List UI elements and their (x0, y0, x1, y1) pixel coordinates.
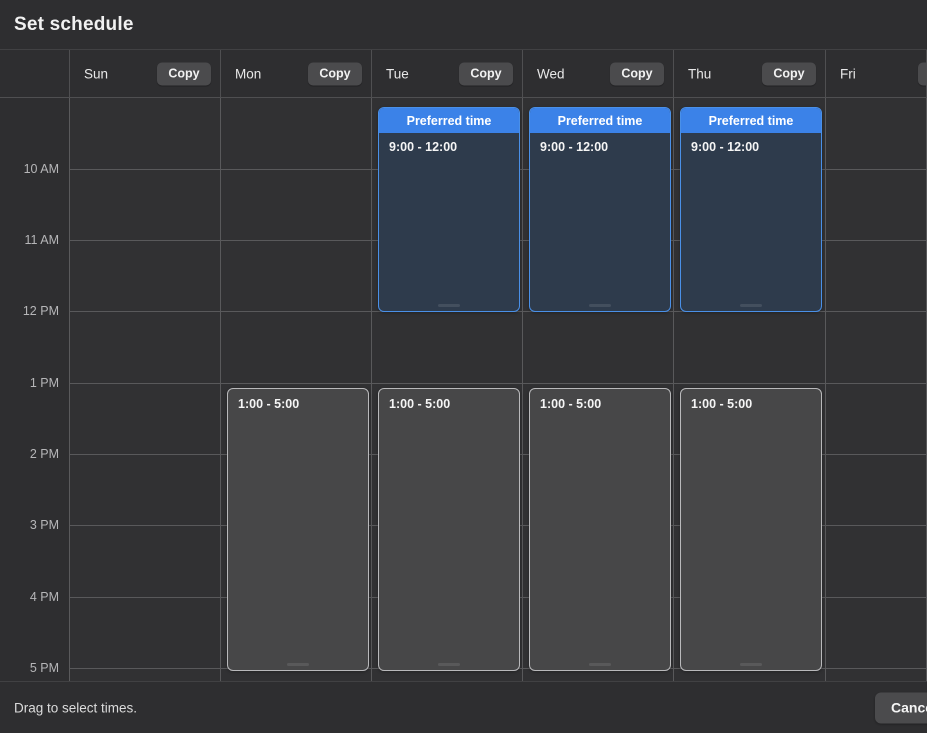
cancel-button[interactable]: Cancel (875, 692, 927, 723)
resize-handle[interactable] (740, 663, 762, 666)
resize-handle[interactable] (740, 304, 762, 307)
time-range-label: 9:00 - 12:00 (691, 140, 760, 154)
day-header-fri: Fri Copy (826, 50, 927, 98)
preferred-time-banner: Preferred time (681, 108, 821, 133)
resize-handle[interactable] (438, 663, 460, 666)
day-label: Wed (537, 66, 565, 82)
copy-button-sun[interactable]: Copy (157, 62, 211, 86)
time-axis-gutter: 10 AM 11 AM 12 PM 1 PM 2 PM 3 PM 4 PM 5 PM (0, 98, 70, 681)
copy-button-wed[interactable]: Copy (610, 62, 664, 86)
copy-button-fri[interactable]: Copy (918, 62, 926, 86)
time-range-label: 1:00 - 5:00 (540, 397, 602, 411)
time-range-label: 9:00 - 12:00 (540, 140, 609, 154)
day-label: Sun (84, 66, 109, 82)
day-label: Thu (688, 66, 712, 82)
copy-button-thu[interactable]: Copy (762, 62, 816, 86)
column-gridline (371, 98, 372, 681)
preferred-time-block-thu[interactable]: Preferred time 9:00 - 12:00 (680, 107, 822, 312)
time-axis-label: 11 AM (24, 233, 59, 247)
time-range-label: 1:00 - 5:00 (691, 397, 753, 411)
copy-button-mon[interactable]: Copy (308, 62, 362, 86)
day-header-row: Sun Copy Mon Copy Tue Copy Wed Copy Thu Copy Fri Co… (0, 50, 927, 98)
day-header-gutter (0, 50, 70, 98)
column-gridline (825, 98, 826, 681)
time-range-label: 1:00 - 5:00 (238, 397, 300, 411)
preferred-time-block-wed[interactable]: Preferred time 9:00 - 12:00 (529, 107, 671, 312)
resize-handle[interactable] (287, 663, 309, 666)
time-range-label: 9:00 - 12:00 (389, 140, 458, 154)
day-header-wed: Wed Copy (523, 50, 674, 98)
preferred-time-banner-label: Preferred time (557, 113, 643, 128)
calendar-grid[interactable]: 10 AM 11 AM 12 PM 1 PM 2 PM 3 PM 4 PM 5 PM Pref… (0, 98, 927, 681)
preferred-time-banner-label: Preferred time (708, 113, 794, 128)
time-axis-label: 10 AM (23, 162, 59, 176)
set-schedule-dialog: Set schedule Sun Copy Mon Copy Tue Copy Wed Cop… (0, 0, 927, 733)
preferred-time-banner: Preferred time (379, 108, 519, 133)
time-block-mon[interactable]: 1:00 - 5:00 (227, 388, 369, 671)
time-block-tue[interactable]: 1:00 - 5:00 (378, 388, 520, 671)
drag-hint-text: Drag to select times. (14, 700, 138, 715)
preferred-time-banner-label: Preferred time (406, 113, 492, 128)
day-header-tue: Tue Copy (372, 50, 523, 98)
time-block-wed[interactable]: 1:00 - 5:00 (529, 388, 671, 671)
day-header-mon: Mon Copy (221, 50, 372, 98)
day-label: Tue (386, 66, 409, 82)
dialog-footer: Drag to select times. Cancel (0, 681, 927, 733)
column-gridline (220, 98, 221, 681)
column-gridline (522, 98, 523, 681)
time-axis-label: 1 PM (29, 376, 59, 390)
time-axis-label: 5 PM (29, 661, 59, 675)
time-axis-label: 12 PM (22, 304, 59, 318)
time-axis-label: 2 PM (29, 447, 59, 461)
column-gridline (673, 98, 674, 681)
day-label: Mon (235, 66, 262, 82)
resize-handle[interactable] (589, 304, 611, 307)
preferred-time-banner: Preferred time (530, 108, 670, 133)
time-range-label: 1:00 - 5:00 (389, 397, 451, 411)
time-axis-label: 3 PM (29, 518, 59, 532)
hour-gridline (70, 383, 927, 384)
day-label: Fri (840, 66, 856, 82)
dialog-titlebar: Set schedule (0, 0, 927, 50)
day-header-sun: Sun Copy (70, 50, 221, 98)
preferred-time-block-tue[interactable]: Preferred time 9:00 - 12:00 (378, 107, 520, 312)
time-axis-label: 4 PM (29, 590, 59, 604)
copy-button-tue[interactable]: Copy (459, 62, 513, 86)
page-title: Set schedule (14, 13, 134, 35)
resize-handle[interactable] (589, 663, 611, 666)
time-block-thu[interactable]: 1:00 - 5:00 (680, 388, 822, 671)
day-header-thu: Thu Copy (674, 50, 826, 98)
resize-handle[interactable] (438, 304, 460, 307)
